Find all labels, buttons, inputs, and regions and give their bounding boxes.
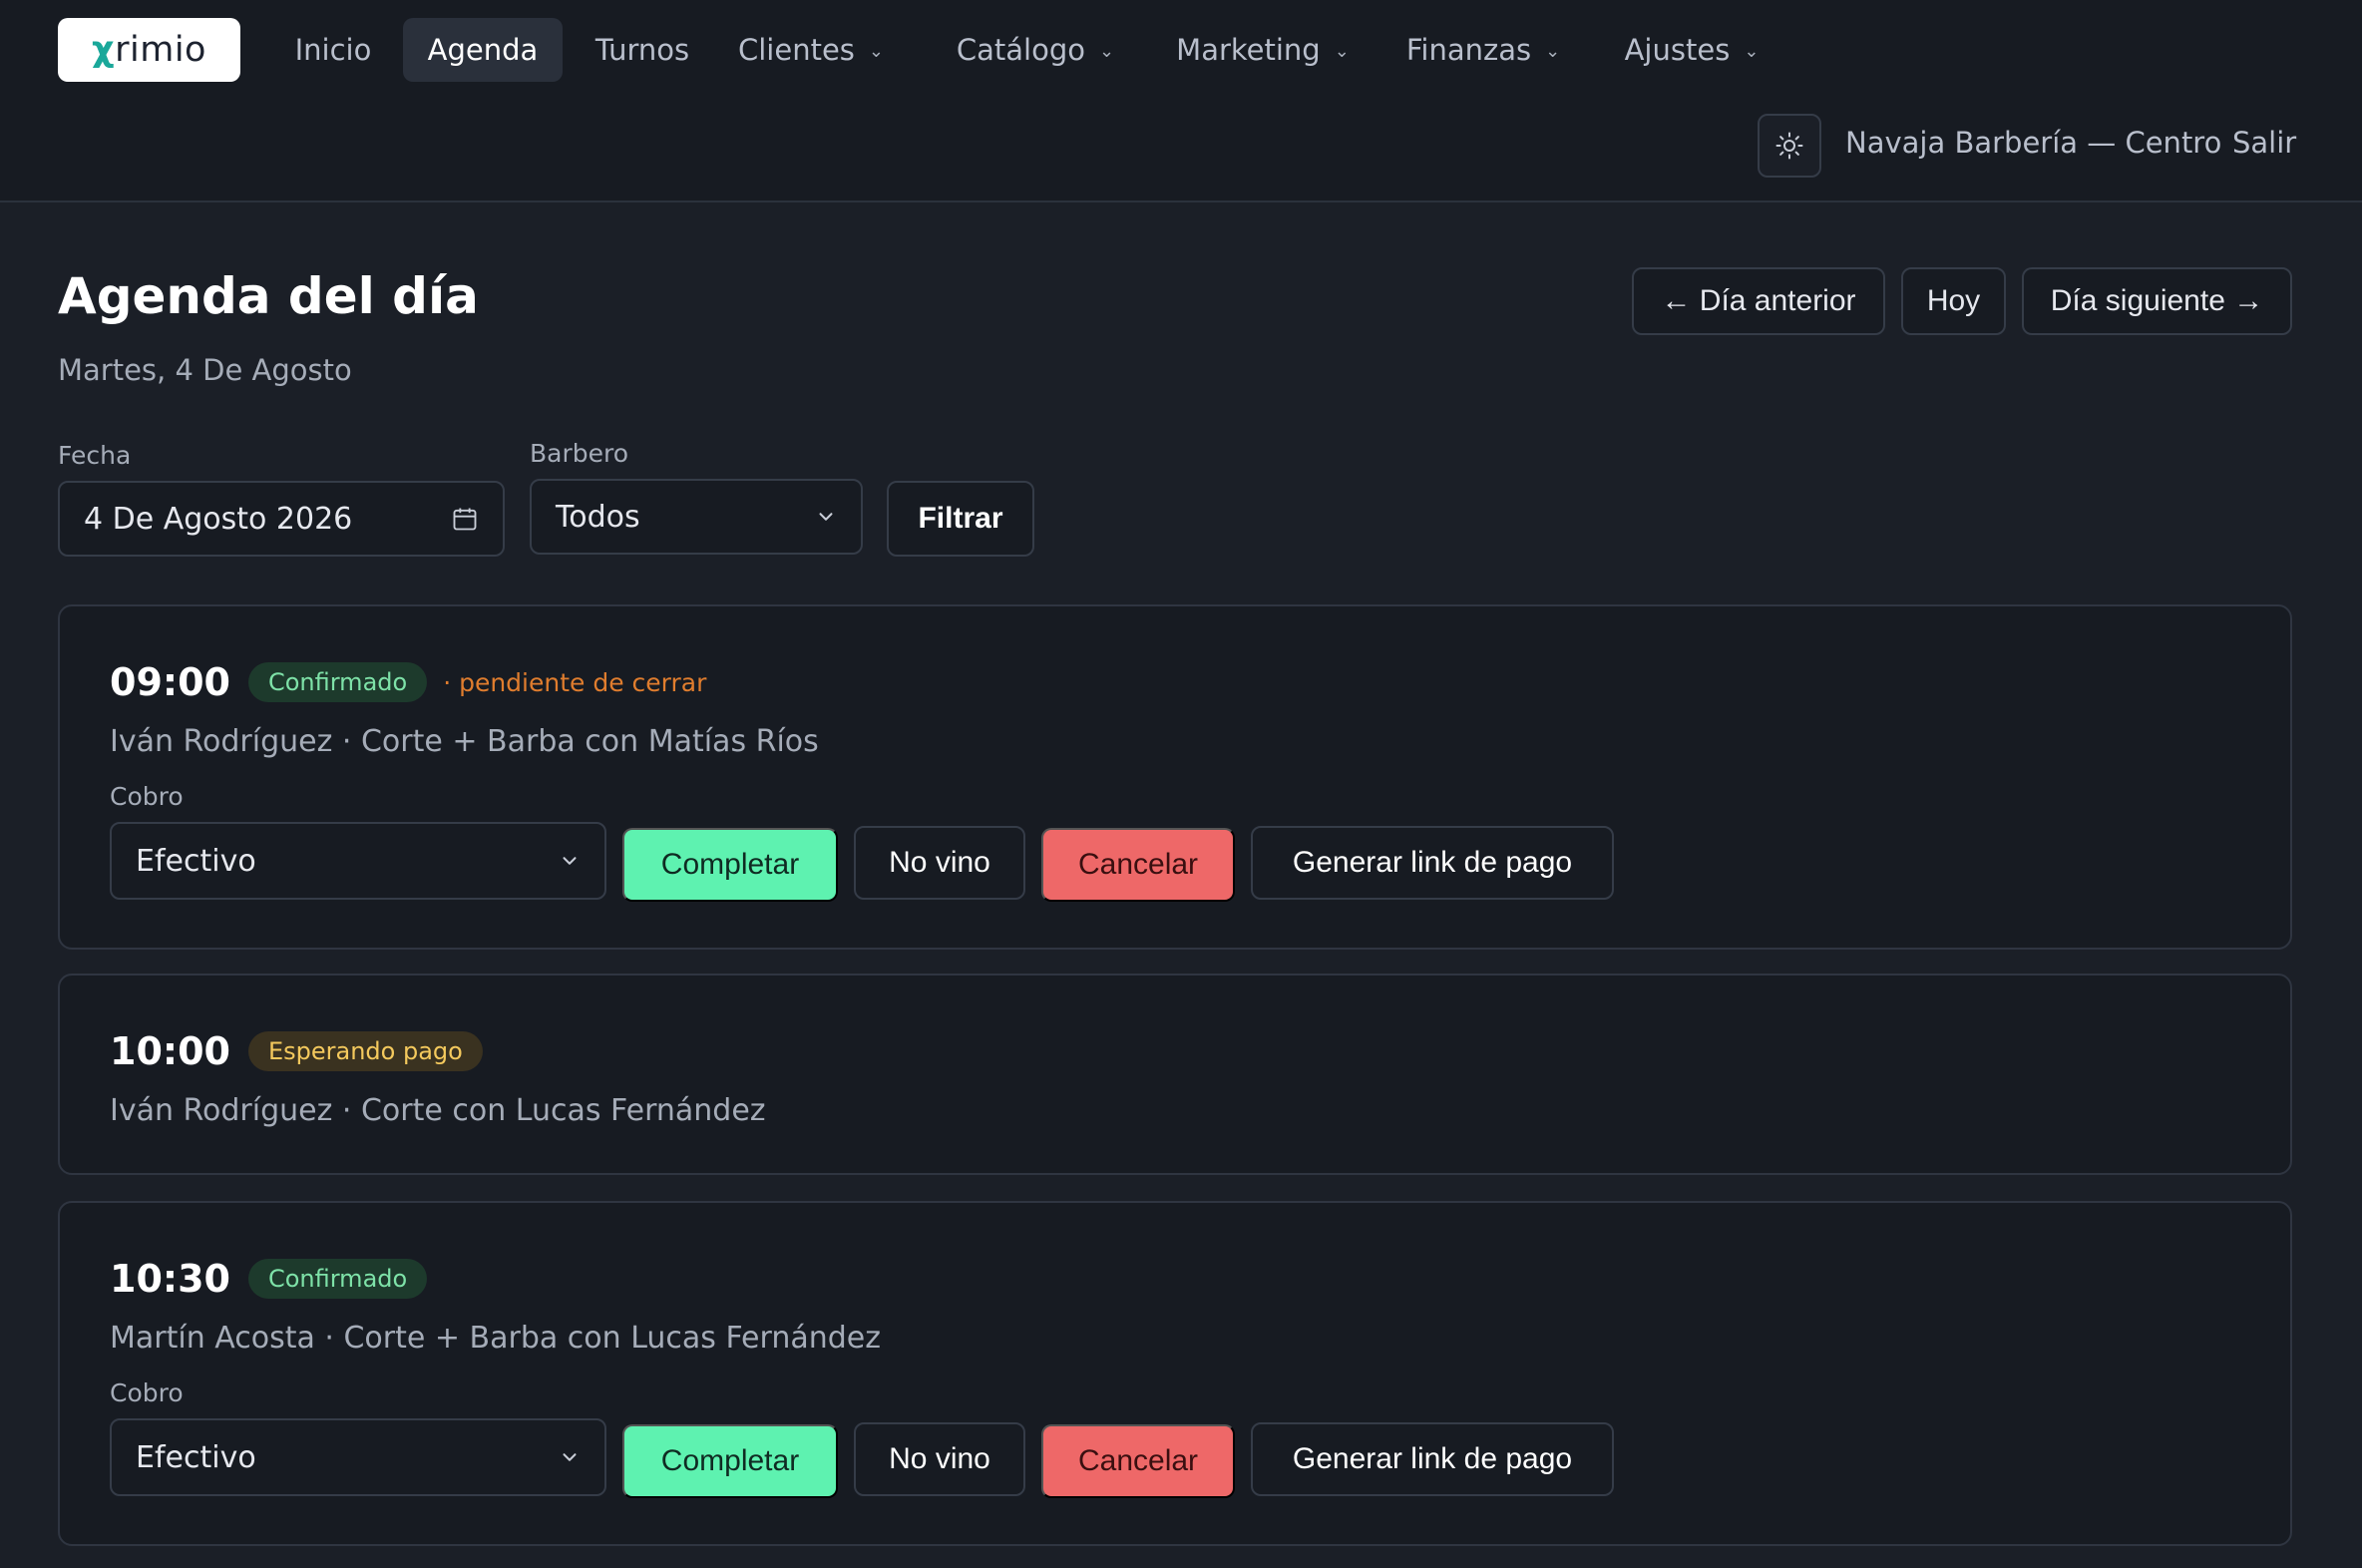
chevron-down-icon: ⌄ bbox=[1545, 40, 1561, 62]
cancel-button[interactable]: Cancelar bbox=[1041, 1424, 1235, 1498]
appointment-description: Iván Rodríguez · Corte + Barba con Matía… bbox=[110, 724, 819, 759]
today-button[interactable]: Hoy bbox=[1901, 267, 2006, 335]
nav-label: Clientes bbox=[738, 33, 855, 67]
previous-day-button[interactable]: ← Día anterior bbox=[1632, 267, 1885, 335]
app-logo[interactable]: χrimio bbox=[58, 18, 240, 82]
date-input-value: 4 De Agosto 2026 bbox=[84, 501, 353, 537]
sun-icon bbox=[1775, 132, 1803, 160]
logout-link[interactable]: Salir bbox=[2232, 126, 2296, 160]
calendar-icon[interactable] bbox=[451, 505, 479, 533]
appointment-header: 09:00 Confirmado · pendiente de cerrar bbox=[110, 660, 706, 704]
complete-button[interactable]: Completar bbox=[622, 1424, 838, 1498]
payment-link-button[interactable]: Generar link de pago bbox=[1251, 1422, 1614, 1496]
payment-label: Cobro bbox=[110, 1378, 184, 1407]
appointment-card: 10:30 Confirmado Martín Acosta · Corte +… bbox=[58, 1201, 2292, 1546]
logo-wordmark: rimio bbox=[115, 30, 206, 70]
appointment-description: Martín Acosta · Corte + Barba con Lucas … bbox=[110, 1321, 881, 1356]
appointment-time: 10:30 bbox=[110, 1257, 230, 1301]
chevron-down-icon bbox=[563, 857, 577, 865]
nav-label: Inicio bbox=[294, 33, 372, 67]
nav-label: Agenda bbox=[427, 33, 539, 67]
status-badge: Confirmado bbox=[247, 1259, 428, 1299]
chevron-down-icon: ⌄ bbox=[1744, 40, 1760, 62]
nav-label: Marketing bbox=[1176, 33, 1321, 67]
barber-select-value: Todos bbox=[556, 499, 640, 535]
barber-select[interactable]: Todos bbox=[530, 479, 863, 555]
payment-method-select[interactable]: Efectivo bbox=[110, 1418, 606, 1496]
filter-button[interactable]: Filtrar bbox=[887, 481, 1034, 557]
nav-item-clientes[interactable]: Clientes ⌄ bbox=[726, 18, 896, 82]
date-input[interactable]: 4 De Agosto 2026 bbox=[58, 481, 505, 557]
payment-method-select[interactable]: Efectivo bbox=[110, 822, 606, 900]
nav-label: Catálogo bbox=[956, 33, 1086, 67]
appointment-description: Iván Rodríguez · Corte con Lucas Fernánd… bbox=[110, 1093, 766, 1128]
status-badge: Confirmado bbox=[247, 662, 428, 702]
nav-item-marketing[interactable]: Marketing ⌄ bbox=[1165, 18, 1361, 82]
payment-link-button[interactable]: Generar link de pago bbox=[1251, 826, 1614, 900]
chevron-down-icon bbox=[563, 1453, 577, 1461]
nav-item-turnos[interactable]: Turnos bbox=[577, 18, 708, 82]
barber-field-label: Barbero bbox=[530, 439, 629, 468]
payment-method-value: Efectivo bbox=[136, 1439, 256, 1475]
logo-mark: χ bbox=[92, 30, 116, 70]
page-subtitle: Martes, 4 De Agosto bbox=[58, 353, 352, 387]
appointment-time: 09:00 bbox=[110, 660, 230, 704]
next-day-button[interactable]: Día siguiente → bbox=[2022, 267, 2292, 335]
payment-method-value: Efectivo bbox=[136, 843, 256, 879]
chevron-down-icon: ⌄ bbox=[868, 40, 884, 62]
nav-item-agenda[interactable]: Agenda bbox=[403, 18, 563, 82]
no-show-button[interactable]: No vino bbox=[854, 826, 1025, 900]
page-title: Agenda del día bbox=[58, 267, 479, 325]
nav-label: Finanzas bbox=[1405, 33, 1532, 67]
chevron-down-icon bbox=[819, 513, 833, 521]
appointment-card: 10:00 Esperando pago Iván Rodríguez · Co… bbox=[58, 974, 2292, 1175]
date-field-label: Fecha bbox=[58, 441, 132, 470]
nav-item-catalogo[interactable]: Catálogo ⌄ bbox=[938, 18, 1133, 82]
pending-close-note: · pendiente de cerrar bbox=[443, 667, 707, 697]
no-show-button[interactable]: No vino bbox=[854, 1422, 1025, 1496]
nav-label: Ajustes bbox=[1624, 33, 1731, 67]
logo-text: χrimio bbox=[92, 30, 206, 70]
cancel-button[interactable]: Cancelar bbox=[1041, 828, 1235, 902]
nav-item-ajustes[interactable]: Ajustes ⌄ bbox=[1610, 18, 1773, 82]
status-badge: Esperando pago bbox=[247, 1031, 483, 1071]
theme-toggle-button[interactable] bbox=[1758, 114, 1821, 178]
nav-item-inicio[interactable]: Inicio bbox=[277, 18, 389, 82]
payment-label: Cobro bbox=[110, 782, 184, 811]
complete-button[interactable]: Completar bbox=[622, 828, 838, 902]
nav-label: Turnos bbox=[594, 33, 690, 67]
appointment-time: 10:00 bbox=[110, 1029, 230, 1073]
shop-name: Navaja Barbería — Centro bbox=[1845, 126, 2222, 160]
chevron-down-icon: ⌄ bbox=[1099, 40, 1115, 62]
chevron-down-icon: ⌄ bbox=[1334, 40, 1350, 62]
appointment-header: 10:30 Confirmado bbox=[110, 1257, 428, 1301]
appointment-header: 10:00 Esperando pago bbox=[110, 1029, 483, 1073]
nav-item-finanzas[interactable]: Finanzas ⌄ bbox=[1394, 18, 1572, 82]
top-navbar: χrimio Inicio Agenda Turnos Clientes ⌄ C… bbox=[0, 0, 2362, 202]
appointment-card: 09:00 Confirmado · pendiente de cerrar I… bbox=[58, 604, 2292, 950]
